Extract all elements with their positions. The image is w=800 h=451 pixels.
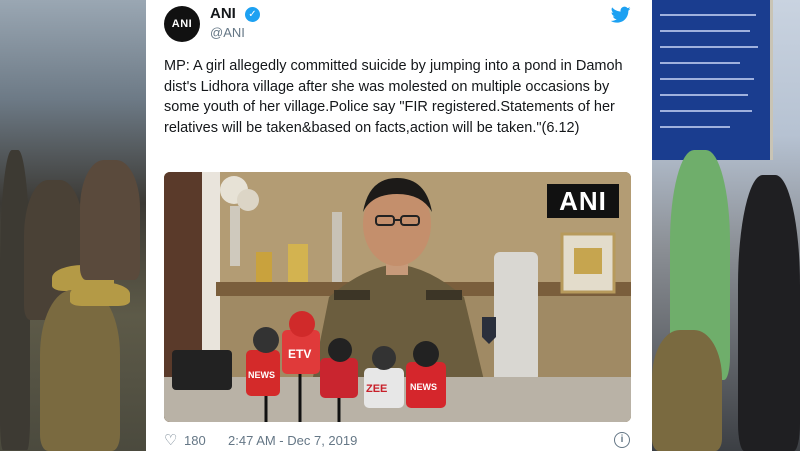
background-photo-left bbox=[0, 0, 146, 451]
mic-label-2: ETV bbox=[288, 347, 311, 361]
tweet-card: ANI ANI ✓ @ANI MP: A girl allegedly comm… bbox=[146, 0, 652, 451]
info-icon[interactable]: i bbox=[614, 432, 630, 448]
like-count: 180 bbox=[184, 433, 206, 448]
ani-watermark: ANI bbox=[547, 184, 619, 218]
account-name[interactable]: ANI bbox=[210, 5, 236, 22]
tweet-text: MP: A girl allegedly committed suicide b… bbox=[164, 58, 623, 136]
signboard bbox=[652, 0, 773, 160]
verified-badge-icon: ✓ bbox=[245, 7, 260, 22]
mic-label-1: NEWS bbox=[248, 370, 275, 380]
mic-label-4: NEWS bbox=[410, 382, 437, 392]
twitter-bird-icon[interactable] bbox=[611, 6, 631, 24]
avatar[interactable]: ANI bbox=[164, 6, 200, 42]
tweet-footer: ♡ 180 2:47 AM - Dec 7, 2019 i bbox=[164, 431, 634, 449]
mic-label-3: ZEE bbox=[366, 383, 387, 395]
background-photo-right bbox=[652, 0, 800, 451]
tweet-timestamp[interactable]: 2:47 AM - Dec 7, 2019 bbox=[228, 433, 357, 448]
tweet-media-photo[interactable]: NEWS ETV ZEE NEWS ANI bbox=[164, 172, 631, 422]
heart-icon[interactable]: ♡ bbox=[164, 431, 177, 449]
account-handle[interactable]: @ANI bbox=[210, 25, 245, 40]
